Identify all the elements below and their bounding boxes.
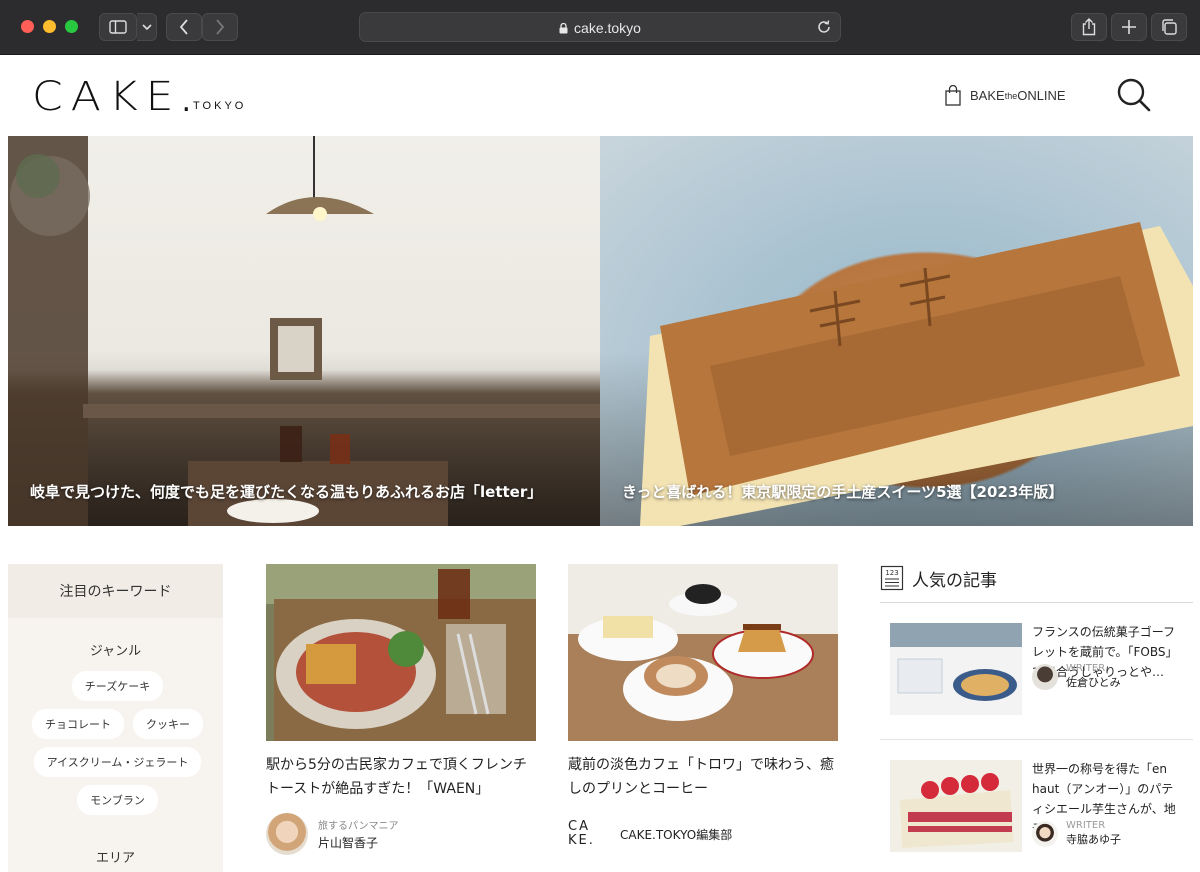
- gaufrette-photo: [890, 623, 1022, 715]
- popular-thumbnail[interactable]: [890, 760, 1022, 852]
- article-author[interactable]: 旅するパンマニア 片山智香子: [266, 813, 536, 855]
- share-icon: [1082, 18, 1096, 36]
- hero-image-cafe: [8, 136, 600, 526]
- author-name: CAKE.TOKYO編集部: [620, 827, 733, 842]
- author-avatar: [266, 813, 308, 855]
- reload-icon[interactable]: [816, 19, 832, 35]
- minimize-window-button[interactable]: [43, 20, 56, 33]
- popular-title: 人気の記事: [912, 570, 997, 591]
- keyword-panel: 注目のキーワード ジャンル チーズケーキ チョコレート クッキー アイスクリーム…: [8, 564, 223, 872]
- chevron-left-icon: [179, 19, 188, 35]
- tab-group-menu-button[interactable]: [137, 13, 157, 41]
- address-bar[interactable]: cake.tokyo: [359, 12, 841, 42]
- popular-thumbnail[interactable]: [890, 623, 1022, 715]
- article-title[interactable]: 駅から5分の古民家カフェで頂くフレンチトーストが絶品すぎた！「WAEN」: [266, 753, 536, 801]
- writer-avatar: [1032, 820, 1058, 847]
- pudding-coffee-photo: [568, 564, 838, 741]
- lock-icon: [559, 23, 568, 34]
- cake-tokyo-logo-avatar: CA KE.: [568, 813, 610, 855]
- article-author[interactable]: CA KE. CAKE.TOKYO編集部: [568, 813, 838, 855]
- french-toast-photo: [266, 564, 536, 741]
- article-card-trois[interactable]: 蔵前の淡色カフェ「トロワ」で味わう、癒しのプリンとコーヒー CA KE. CAK…: [568, 564, 838, 855]
- tab-overview-button[interactable]: [1151, 13, 1187, 41]
- popular-articles: 123 人気の記事 フランスの伝統菓子ゴーフレットを蔵前で。「FOBS」で出合う…: [880, 564, 1193, 872]
- logo-tokyo: TOKYO: [193, 100, 247, 112]
- popular-item[interactable]: 世界一の称号を得た「en haut（アンオー）」のパティシエール芋生さんが、地元…: [880, 740, 1193, 872]
- hero-article-letter[interactable]: 岐阜で見つけた、何度でも足を運びたくなる温もりあふれるお店「letter」: [8, 136, 600, 526]
- article-title[interactable]: 蔵前の淡色カフェ「トロワ」で味わう、癒しのプリンとコーヒー: [568, 753, 838, 801]
- author-logo-top: CA: [568, 819, 590, 834]
- ranking-icon: 123: [880, 565, 904, 591]
- search-icon: [1117, 78, 1151, 112]
- back-button[interactable]: [166, 13, 202, 41]
- chevron-down-icon: [141, 24, 152, 31]
- new-tab-button[interactable]: [1111, 13, 1147, 41]
- ranking-icon-text: 123: [885, 569, 898, 577]
- article-card-waen[interactable]: 駅から5分の古民家カフェで頂くフレンチトーストが絶品すぎた！「WAEN」 旅する…: [266, 564, 536, 855]
- bake-the-online-link[interactable]: BAKEtheONLINE: [945, 85, 1066, 106]
- web-page: CAKE. TOKYO BAKEtheONLINE 岐阜で見つけた、何度でも足を運: [0, 55, 1200, 872]
- popular-item[interactable]: フランスの伝統菓子ゴーフレットを蔵前で。「FOBS」で出合うしゃりっとや… WR…: [880, 603, 1193, 740]
- article-thumbnail[interactable]: [568, 564, 838, 741]
- author-name: 片山智香子: [318, 836, 379, 850]
- logo-wordmark: CAKE: [32, 73, 182, 120]
- genre-label: ジャンル: [89, 644, 142, 659]
- writer-avatar: [1032, 663, 1058, 690]
- plus-icon: [1122, 20, 1136, 34]
- shopping-bag-icon: [945, 85, 961, 106]
- keyword-chip[interactable]: チーズケーキ: [71, 671, 164, 701]
- search-button[interactable]: [1116, 77, 1152, 113]
- share-button[interactable]: [1071, 13, 1107, 41]
- keyword-chip[interactable]: クッキー: [133, 709, 203, 739]
- keyword-panel-title: 注目のキーワード: [8, 564, 223, 618]
- site-logo[interactable]: CAKE. TOKYO: [32, 73, 247, 120]
- hero-article-tokyo-sweets[interactable]: きっと喜ばれる！東京駅限定の手土産スイーツ5選【2023年版】: [600, 136, 1193, 526]
- writer-role: WRITER: [1066, 820, 1106, 831]
- zoom-window-button[interactable]: [65, 20, 78, 33]
- bake-post: ONLINE: [1017, 88, 1066, 103]
- writer-role: WRITER: [1066, 663, 1106, 674]
- chevron-right-icon: [216, 19, 225, 35]
- keyword-chip[interactable]: アイスクリーム・ジェラート: [33, 747, 202, 777]
- tabs-overview-icon: [1162, 19, 1177, 35]
- strawberry-cake-photo: [890, 760, 1022, 852]
- bake-link-label: BAKEtheONLINE: [970, 88, 1066, 103]
- url-text: cake.tokyo: [574, 20, 641, 36]
- sidebar-toggle-button[interactable]: [99, 13, 137, 41]
- close-window-button[interactable]: [21, 20, 34, 33]
- writer-name: 佐倉ひとみ: [1066, 676, 1121, 689]
- bake-the: the: [1004, 91, 1018, 101]
- browser-toolbar: cake.tokyo: [0, 0, 1200, 55]
- bake-pre: BAKE: [970, 88, 1005, 103]
- keyword-chip[interactable]: モンブラン: [77, 785, 158, 815]
- forward-button[interactable]: [202, 13, 238, 41]
- hero-image-castella: [640, 222, 1193, 526]
- genre-chip-list: チーズケーキ チョコレート クッキー アイスクリーム・ジェラート モンブラン: [8, 659, 223, 815]
- area-label: エリア: [95, 851, 135, 866]
- site-header: CAKE. TOKYO BAKEtheONLINE: [0, 55, 1200, 135]
- popular-writer: WRITER 佐倉ひとみ: [1032, 663, 1121, 690]
- article-thumbnail[interactable]: [266, 564, 536, 741]
- hero-caption: 岐阜で見つけた、何度でも足を運びたくなる温もりあふれるお店「letter」: [30, 483, 543, 501]
- popular-header: 123 人気の記事: [880, 564, 1193, 592]
- author-logo-bottom: KE.: [568, 833, 595, 848]
- keyword-chip[interactable]: チョコレート: [32, 709, 124, 739]
- hero-caption: きっと喜ばれる！東京駅限定の手土産スイーツ5選【2023年版】: [622, 483, 1064, 501]
- sidebar-icon: [109, 20, 127, 34]
- author-role: 旅するパンマニア: [318, 821, 399, 832]
- popular-writer: WRITER 寺脇あゆ子: [1032, 820, 1121, 847]
- writer-name: 寺脇あゆ子: [1066, 833, 1121, 846]
